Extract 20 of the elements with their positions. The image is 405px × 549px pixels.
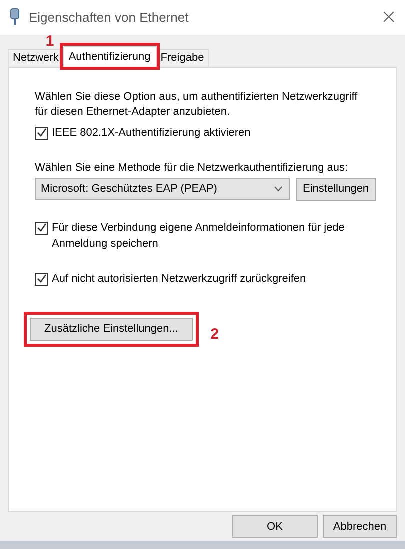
close-icon[interactable]	[383, 11, 395, 24]
chevron-down-icon	[274, 186, 283, 192]
checkbox[interactable]	[35, 126, 48, 140]
checkbox-label: IEEE 802.1X-Authentifizierung aktivieren	[52, 126, 251, 141]
checkbox-label: Auf nicht autorisierten Netzwerkzugriff zurückgreifen	[52, 272, 306, 287]
description-text: Wählen Sie diese Option aus, um authentifizierten Netzwerkzugriff für diesen Ethernet-Adapter anzubieten.	[35, 90, 359, 120]
dialog-button[interactable]: OK	[232, 515, 318, 538]
step-number: 1	[46, 34, 54, 49]
dialog-button[interactable]: Abbrechen	[323, 515, 397, 538]
tab[interactable]: Authentifizierung	[62, 46, 157, 67]
method-label: Wählen Sie eine Methode für die Netzwerkauthentifizierung aus:	[35, 160, 350, 176]
checkbox[interactable]	[35, 272, 48, 286]
settings-button[interactable]: Einstellungen	[296, 178, 376, 201]
additional-settings-button[interactable]: Zusätzliche Einstellungen...	[30, 318, 193, 341]
network-adapter-icon	[9, 8, 21, 26]
step-number: 2	[210, 326, 219, 342]
checkbox[interactable]	[35, 222, 48, 235]
window-title: Eigenschaften von Ethernet	[29, 10, 190, 25]
method-dropdown[interactable]: Microsoft: Geschütztes EAP (PEAP)	[35, 178, 290, 200]
checkbox-label: Für diese Verbindung eigene Anmeldeinformationen für jede Anmeldung speichern	[52, 220, 346, 252]
